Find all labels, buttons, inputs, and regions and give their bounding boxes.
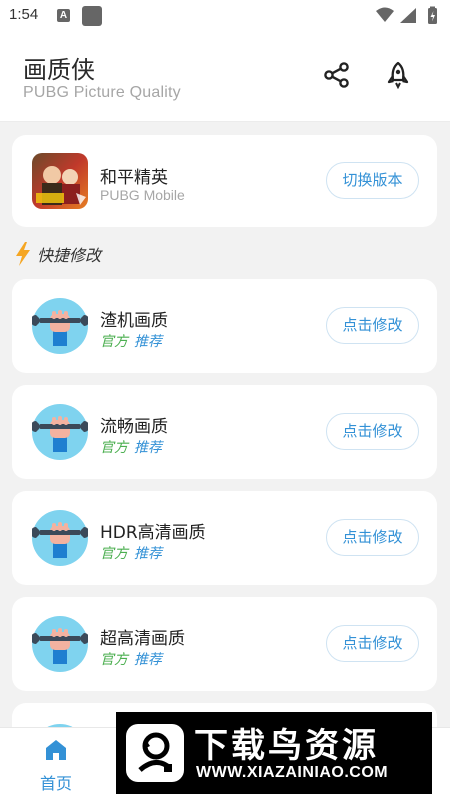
modify-button[interactable]: 点击修改 xyxy=(326,625,419,662)
quality-tags: 官方 推荐 xyxy=(100,649,162,669)
quality-card: 流畅画质 官方 推荐 点击修改 xyxy=(12,385,437,479)
wifi-icon xyxy=(376,7,394,22)
game-icon xyxy=(32,153,88,209)
quality-name: 渣机画质 xyxy=(100,311,168,331)
quality-tags: 官方 推荐 xyxy=(100,437,162,457)
nav-home-label: 首页 xyxy=(39,774,72,793)
wrench-icon xyxy=(32,298,88,354)
tag-official: 官方 xyxy=(100,546,128,562)
app-title: 画质侠 xyxy=(23,56,95,84)
tag-recommend: 推荐 xyxy=(134,546,162,562)
game-subtitle: PUBG Mobile xyxy=(100,187,185,203)
watermark-url: WWW.XIAZAINIAO.COM xyxy=(196,764,389,781)
quality-name: 流畅画质 xyxy=(100,417,168,437)
quality-name: HDR高清画质 xyxy=(100,523,206,543)
status-time: 1:54 xyxy=(9,6,39,23)
tag-recommend: 推荐 xyxy=(134,652,162,668)
quality-tags: 官方 推荐 xyxy=(100,543,162,563)
wrench-icon xyxy=(32,404,88,460)
rocket-icon xyxy=(387,61,409,89)
modify-button[interactable]: 点击修改 xyxy=(326,413,419,450)
modify-button[interactable]: 点击修改 xyxy=(326,519,419,556)
tag-recommend: 推荐 xyxy=(134,334,162,350)
tag-recommend: 推荐 xyxy=(134,440,162,456)
lightning-icon xyxy=(16,242,30,266)
watermark: 下载鸟资源 WWW.XIAZAINIAO.COM xyxy=(116,712,432,794)
wrench-icon xyxy=(32,616,88,672)
watermark-logo xyxy=(126,724,184,782)
game-name: 和平精英 xyxy=(100,168,168,188)
tag-official: 官方 xyxy=(100,652,128,668)
quality-name: 超高清画质 xyxy=(100,629,185,649)
signal-icon xyxy=(400,8,416,23)
tag-official: 官方 xyxy=(100,334,128,350)
app-subtitle: PUBG Picture Quality xyxy=(23,84,181,101)
status-icons xyxy=(376,6,437,24)
switch-version-button[interactable]: 切换版本 xyxy=(326,162,419,199)
tag-official: 官方 xyxy=(100,440,128,456)
section-header: 快捷修改 xyxy=(14,240,101,268)
app-header: 画质侠 PUBG Picture Quality xyxy=(0,32,450,122)
quality-card: 渣机画质 官方 推荐 点击修改 xyxy=(12,279,437,373)
rocket-button[interactable] xyxy=(383,60,413,90)
notification-square-icon xyxy=(82,6,102,26)
share-icon xyxy=(324,62,349,88)
quality-card: 超高清画质 官方 推荐 点击修改 xyxy=(12,597,437,691)
notification-a-icon: A xyxy=(57,9,70,22)
watermark-title: 下载鸟资源 xyxy=(194,726,379,766)
quality-card: HDR高清画质 官方 推荐 点击修改 xyxy=(12,491,437,585)
share-button[interactable] xyxy=(322,60,352,90)
game-version-card: 和平精英 PUBG Mobile 切换版本 xyxy=(12,135,437,227)
modify-button[interactable]: 点击修改 xyxy=(326,307,419,344)
status-bar: 1:54 A xyxy=(0,0,450,32)
home-icon xyxy=(46,740,66,760)
wrench-icon xyxy=(32,510,88,566)
quality-tags: 官方 推荐 xyxy=(100,331,162,351)
section-title: 快捷修改 xyxy=(37,246,102,265)
nav-home[interactable]: 首页 xyxy=(30,738,82,798)
